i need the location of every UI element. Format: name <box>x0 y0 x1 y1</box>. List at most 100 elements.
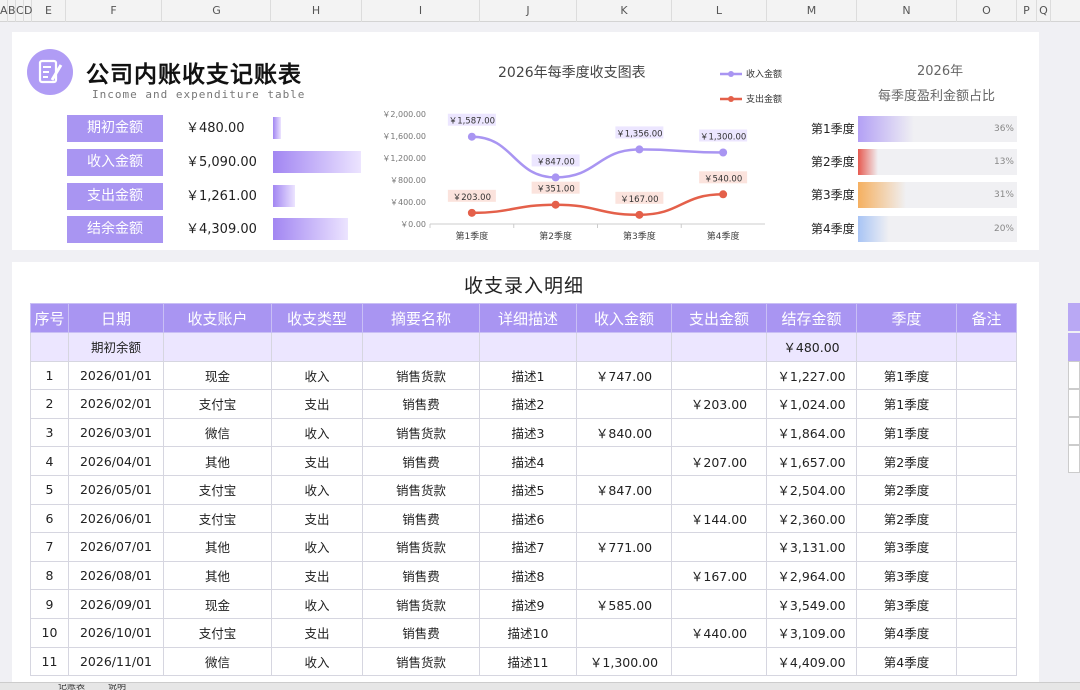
column-header-h[interactable]: H <box>271 0 362 22</box>
table-cell[interactable] <box>576 617 672 648</box>
table-cell[interactable]: 2026/02/01 <box>68 389 164 419</box>
column-header-g[interactable]: G <box>163 0 271 22</box>
table-cell[interactable]: 描述6 <box>479 503 577 534</box>
table-cell[interactable] <box>671 360 767 391</box>
column-header-cell[interactable]: 序号 <box>30 303 69 333</box>
table-cell[interactable]: 现金 <box>163 589 272 619</box>
table-cell[interactable]: ￥840.00 <box>576 417 672 448</box>
table-cell[interactable]: 描述1 <box>479 360 577 391</box>
table-cell[interactable]: 支出 <box>271 389 363 419</box>
table-cell[interactable] <box>479 332 577 362</box>
table-cell[interactable]: 其他 <box>163 446 272 476</box>
table-cell[interactable] <box>576 446 672 476</box>
column-header-q[interactable]: Q <box>1037 0 1051 22</box>
table-cell[interactable]: 2 <box>30 389 69 419</box>
table-cell[interactable] <box>956 389 1017 419</box>
table-cell[interactable]: 2026/01/01 <box>68 360 164 391</box>
table-cell[interactable] <box>671 589 767 619</box>
table-cell[interactable]: 支出 <box>271 446 363 476</box>
table-cell[interactable] <box>576 332 672 362</box>
column-header-i[interactable]: I <box>362 0 480 22</box>
table-cell[interactable]: ￥144.00 <box>671 503 767 534</box>
table-cell[interactable]: 1 <box>30 360 69 391</box>
table-cell[interactable]: 销售费 <box>362 617 480 648</box>
table-cell[interactable]: 微信 <box>163 417 272 448</box>
table-cell[interactable]: ￥203.00 <box>671 389 767 419</box>
table-cell[interactable] <box>956 589 1017 619</box>
table-cell[interactable] <box>671 474 767 505</box>
column-header-d[interactable]: D <box>24 0 32 22</box>
table-cell[interactable]: ￥167.00 <box>671 560 767 591</box>
table-cell[interactable]: 7 <box>30 532 69 562</box>
table-cell[interactable]: 2026/05/01 <box>68 474 164 505</box>
table-cell[interactable]: ￥1,227.00 <box>766 360 857 391</box>
table-cell[interactable] <box>956 532 1017 562</box>
table-cell[interactable] <box>362 332 480 362</box>
table-cell[interactable] <box>956 417 1017 448</box>
table-cell[interactable]: ￥1,864.00 <box>766 417 857 448</box>
table-cell[interactable]: ￥2,964.00 <box>766 560 857 591</box>
table-cell[interactable]: 销售费 <box>362 389 480 419</box>
table-cell[interactable]: 支出 <box>271 560 363 591</box>
table-cell[interactable]: 第3季度 <box>856 560 957 591</box>
table-cell[interactable]: 9 <box>30 589 69 619</box>
table-cell[interactable]: 5 <box>30 474 69 505</box>
table-cell[interactable] <box>671 646 767 677</box>
table-cell[interactable]: 支出 <box>271 503 363 534</box>
table-cell[interactable]: 10 <box>30 617 69 648</box>
table-cell[interactable]: 2026/09/01 <box>68 589 164 619</box>
column-header-b[interactable]: B <box>8 0 16 22</box>
column-header-j[interactable]: J <box>480 0 577 22</box>
table-cell[interactable]: 现金 <box>163 360 272 391</box>
table-cell[interactable]: 2026/11/01 <box>68 646 164 677</box>
table-cell[interactable] <box>671 332 767 362</box>
table-cell[interactable]: ￥3,131.00 <box>766 532 857 562</box>
table-cell[interactable]: 2026/06/01 <box>68 503 164 534</box>
column-header-cell[interactable]: 收支类型 <box>271 303 363 333</box>
table-cell[interactable]: ￥2,360.00 <box>766 503 857 534</box>
table-cell[interactable]: 其他 <box>163 532 272 562</box>
table-cell[interactable]: 8 <box>30 560 69 591</box>
table-cell[interactable] <box>956 646 1017 677</box>
table-cell[interactable] <box>856 332 957 362</box>
table-cell[interactable]: 销售费 <box>362 560 480 591</box>
table-cell[interactable] <box>956 474 1017 505</box>
column-header-a[interactable]: A <box>0 0 8 22</box>
table-cell[interactable]: ￥771.00 <box>576 532 672 562</box>
table-cell[interactable]: ￥585.00 <box>576 589 672 619</box>
table-cell[interactable]: 第1季度 <box>856 360 957 391</box>
table-cell[interactable]: 描述5 <box>479 474 577 505</box>
table-cell[interactable]: 支出 <box>271 617 363 648</box>
table-cell[interactable]: 2026/04/01 <box>68 446 164 476</box>
table-cell[interactable]: 第2季度 <box>856 446 957 476</box>
table-cell[interactable]: 第3季度 <box>856 589 957 619</box>
opening-balance-value[interactable]: ￥480.00 <box>766 332 857 362</box>
table-cell[interactable]: 3 <box>30 417 69 448</box>
table-cell[interactable]: ￥2,504.00 <box>766 474 857 505</box>
table-cell[interactable]: 收入 <box>271 417 363 448</box>
table-cell[interactable] <box>163 332 272 362</box>
table-cell[interactable] <box>956 332 1017 362</box>
table-cell[interactable] <box>576 503 672 534</box>
table-cell[interactable]: 描述8 <box>479 560 577 591</box>
table-cell[interactable]: ￥747.00 <box>576 360 672 391</box>
table-cell[interactable]: 2026/08/01 <box>68 560 164 591</box>
table-cell[interactable]: 收入 <box>271 646 363 677</box>
column-header-k[interactable]: K <box>577 0 672 22</box>
table-cell[interactable]: 第1季度 <box>856 417 957 448</box>
table-cell[interactable]: 第4季度 <box>856 646 957 677</box>
table-cell[interactable]: ￥3,109.00 <box>766 617 857 648</box>
table-cell[interactable]: ￥3,549.00 <box>766 589 857 619</box>
column-header-cell[interactable]: 备注 <box>956 303 1017 333</box>
table-cell[interactable]: ￥1,300.00 <box>576 646 672 677</box>
column-header-cell[interactable]: 结存金额 <box>766 303 857 333</box>
table-cell[interactable]: 销售费 <box>362 446 480 476</box>
table-cell[interactable]: 微信 <box>163 646 272 677</box>
table-cell[interactable]: 2026/07/01 <box>68 532 164 562</box>
table-cell[interactable]: 描述11 <box>479 646 577 677</box>
table-cell[interactable]: 描述9 <box>479 589 577 619</box>
table-cell[interactable] <box>30 332 69 362</box>
table-cell[interactable]: 2026/10/01 <box>68 617 164 648</box>
table-cell[interactable]: ￥847.00 <box>576 474 672 505</box>
table-cell[interactable]: 支付宝 <box>163 503 272 534</box>
